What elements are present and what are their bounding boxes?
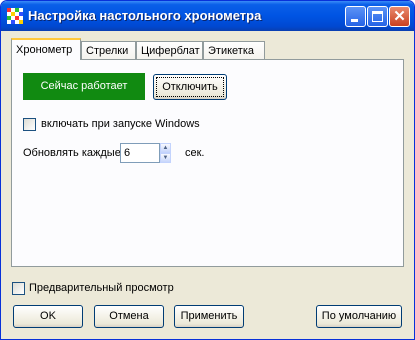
- spin-up-button[interactable]: ▲: [160, 143, 171, 153]
- minimize-button[interactable]: [345, 6, 366, 27]
- app-grid-icon: [7, 8, 23, 24]
- ok-button[interactable]: OK: [13, 305, 83, 328]
- tab-panel-chronometer: Сейчас работает Отключить включать при з…: [11, 59, 404, 267]
- tab-hands[interactable]: Стрелки: [81, 41, 136, 59]
- close-button[interactable]: ✕: [389, 6, 410, 27]
- refresh-label: Обновлять каждые:: [23, 147, 124, 159]
- refresh-unit-label: сек.: [185, 147, 205, 159]
- title-bar[interactable]: Настройка настольного хронометра ✕: [1, 1, 414, 31]
- tab-chronometer[interactable]: Хронометр: [11, 38, 81, 60]
- window-title: Настройка настольного хронометра: [28, 8, 262, 23]
- settings-window: Настройка настольного хронометра ✕ Хроно…: [0, 0, 415, 340]
- disable-button[interactable]: Отключить: [153, 74, 227, 100]
- status-running-indicator: Сейчас работает: [23, 73, 145, 100]
- preview-checkbox[interactable]: [12, 282, 25, 295]
- startup-checkbox[interactable]: [23, 118, 36, 131]
- minimize-icon: [351, 19, 358, 22]
- cancel-button[interactable]: Отмена: [94, 305, 164, 328]
- refresh-interval-input[interactable]: 6: [120, 143, 160, 163]
- close-icon: ✕: [393, 8, 406, 25]
- tab-dial[interactable]: Циферблат: [136, 41, 203, 59]
- defaults-button[interactable]: По умолчанию: [316, 305, 402, 328]
- tab-label[interactable]: Этикетка: [203, 41, 265, 59]
- preview-checkbox-label: Предварительный просмотр: [29, 282, 174, 294]
- maximize-button[interactable]: [367, 6, 388, 27]
- focus-rectangle: [156, 77, 224, 97]
- apply-button[interactable]: Применить: [174, 305, 244, 328]
- spin-down-button[interactable]: ▼: [160, 153, 171, 163]
- maximize-icon: [372, 11, 383, 22]
- startup-checkbox-label: включать при запуске Windows: [41, 118, 200, 130]
